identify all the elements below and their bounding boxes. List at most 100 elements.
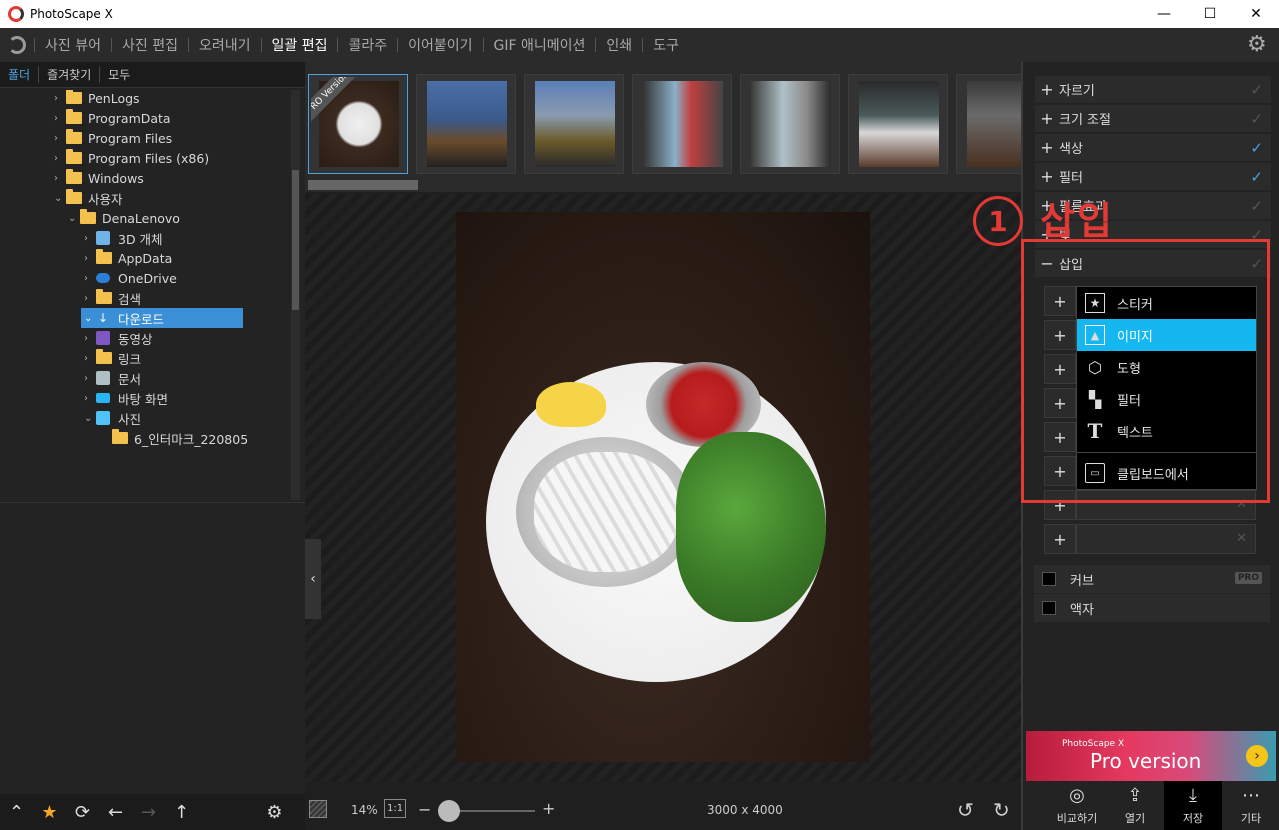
compare-button[interactable]: ◎ 비교하기 (1048, 781, 1106, 830)
zoom-in-button[interactable]: + (542, 799, 555, 818)
tree-item[interactable]: › 3D 개체 (84, 228, 163, 248)
tree-item[interactable]: › 문서 (84, 368, 141, 388)
folder-icon (66, 149, 82, 164)
thumbnail[interactable] (632, 74, 732, 174)
thumbnail-selected[interactable]: PRO Version (308, 74, 408, 174)
menu-batch-edit[interactable]: 일괄 편집 (262, 35, 338, 55)
open-button[interactable]: ⇪ 열기 (1106, 781, 1164, 830)
forward-arrow-icon[interactable]: → (132, 794, 165, 830)
photoscape-icon[interactable] (0, 28, 34, 62)
star-icon[interactable]: ★ (33, 794, 66, 830)
tree-item[interactable]: › Windows (54, 168, 144, 188)
tree-item[interactable]: ⌄ DenaLenovo (68, 208, 180, 228)
tree-item-selected[interactable]: ⌄ ↓ 다운로드 (81, 308, 243, 328)
thumbnail[interactable] (740, 74, 840, 174)
folder-icon (96, 349, 112, 364)
curve-checkbox[interactable] (1042, 572, 1056, 586)
menu-photo-viewer[interactable]: 사진 뷰어 (35, 35, 111, 55)
window-title: PhotoScape X (30, 7, 113, 21)
rotate-left-icon[interactable]: ↺ (957, 798, 974, 822)
minimize-button[interactable]: — (1141, 0, 1187, 28)
insert-slot[interactable]: ✕ (1076, 524, 1256, 554)
more-button[interactable]: ⋯ 기타 (1222, 781, 1279, 830)
tree-item[interactable]: ⌄ 사용자 (54, 188, 123, 208)
check-icon: ✓ (1250, 110, 1263, 128)
menu-combine[interactable]: 이어붙이기 (398, 35, 482, 55)
chevron-right-icon: › (1246, 745, 1268, 767)
title-bar: PhotoScape X — ☐ ✕ (0, 0, 1279, 28)
left-panel: 폴더 즐겨찾기 모두 › PenLogs › ProgramData › Progra… (0, 62, 305, 830)
background-toggle-icon[interactable] (309, 800, 327, 818)
tree-item[interactable]: › 링크 (84, 348, 141, 368)
tree-item[interactable]: ⌄ 사진 (84, 408, 141, 428)
save-button[interactable]: ⤓ 저장 (1164, 781, 1222, 830)
tab-all[interactable]: 모두 (100, 66, 138, 83)
panel-row-crop[interactable]: + 자르기 ✓ (1035, 76, 1271, 104)
menu-print[interactable]: 인쇄 (596, 35, 642, 55)
frame-checkbox[interactable] (1042, 601, 1056, 615)
tab-folder[interactable]: 폴더 (0, 66, 40, 83)
tree-item[interactable]: › Program Files (54, 128, 172, 148)
zoom-slider-handle[interactable] (438, 800, 460, 822)
check-icon: ✓ (1250, 139, 1263, 157)
chevron-up-icon[interactable]: ⌃ (0, 794, 33, 830)
tree-item[interactable]: › 동영상 (84, 328, 153, 348)
menu-tools[interactable]: 도구 (643, 35, 689, 55)
insert-add-button[interactable]: + (1044, 524, 1076, 554)
preview-photo (456, 212, 870, 762)
left-lower-pane (0, 502, 305, 792)
annotation-number: 1 (973, 196, 1023, 246)
thumbnail[interactable] (416, 74, 516, 174)
thumbnail-scrollbar[interactable] (308, 180, 418, 190)
back-arrow-icon[interactable]: ← (99, 794, 132, 830)
collapse-left-panel-button[interactable]: ‹ (305, 539, 321, 619)
preview-toolbar: 14% 1:1 − + 3000 x 4000 ↺ ↻ (305, 790, 1021, 830)
menu-cut-out[interactable]: 오려내기 (189, 35, 261, 55)
maximize-button[interactable]: ☐ (1187, 0, 1233, 28)
panel-row-filter[interactable]: + 필터 ✓ (1035, 163, 1271, 191)
panel-row-resize[interactable]: + 크기 조절 ✓ (1035, 105, 1271, 133)
preview-canvas: ‹ (305, 194, 1021, 782)
curve-row[interactable]: 커브 PRO (1034, 565, 1270, 593)
folder-icon (80, 209, 96, 224)
annotation-highlight-box (1021, 239, 1270, 503)
up-arrow-icon[interactable]: ↑ (165, 794, 198, 830)
settings-gear-icon[interactable]: ⚙ (258, 794, 291, 830)
menu-collage[interactable]: 콜라주 (338, 35, 397, 55)
plus-icon: + (1040, 80, 1054, 99)
thumbnail[interactable] (524, 74, 624, 174)
tree-item[interactable]: › Program Files (x86) (54, 148, 209, 168)
zoom-percent: 14% (351, 803, 378, 817)
left-toolbar: ⌃ ★ ⟳ ← → ↑ ⚙ (0, 794, 305, 830)
tree-scrollbar[interactable] (291, 90, 300, 500)
check-icon: ✓ (1250, 81, 1263, 99)
close-button[interactable]: ✕ (1233, 0, 1279, 28)
pro-version-banner[interactable]: PhotoScape X Pro version › (1026, 731, 1276, 781)
main-menu: 사진 뷰어 사진 편집 오려내기 일괄 편집 콜라주 이어붙이기 GIF 애니메… (0, 28, 1279, 62)
folder-icon (66, 90, 82, 104)
tree-item[interactable]: › AppData (84, 248, 172, 268)
rotate-right-icon[interactable]: ↻ (993, 798, 1010, 822)
tree-item[interactable]: › 바탕 화면 (84, 388, 168, 408)
refresh-icon[interactable]: ⟳ (66, 794, 99, 830)
tab-favorites[interactable]: 즐겨찾기 (39, 66, 101, 83)
zoom-1to1-button[interactable]: 1:1 (384, 799, 407, 818)
tree-item[interactable]: › 검색 (84, 288, 141, 308)
tree-item[interactable]: › ProgramData (54, 108, 171, 128)
menu-photo-edit[interactable]: 사진 편집 (112, 35, 188, 55)
tree-item[interactable]: › PenLogs (54, 90, 140, 108)
zoom-out-button[interactable]: − (418, 800, 431, 819)
tree-item[interactable]: 6_인터마크_220805 (100, 428, 248, 448)
thumbnail[interactable] (956, 74, 1021, 174)
folder-icon (66, 189, 82, 204)
tree-item[interactable]: › OneDrive (84, 268, 177, 288)
document-icon (96, 371, 110, 385)
menu-gif-animation[interactable]: GIF 애니메이션 (484, 35, 596, 55)
frame-row[interactable]: 액자 (1034, 594, 1270, 622)
panel-row-color[interactable]: + 색상 ✓ (1035, 134, 1271, 162)
settings-gear-icon[interactable]: ⚙ (1247, 34, 1269, 56)
check-icon: ✓ (1250, 168, 1263, 186)
thumbnail[interactable] (848, 74, 948, 174)
thumbnail-strip: PRO Version (305, 62, 1021, 192)
onedrive-cloud-icon (96, 273, 110, 283)
